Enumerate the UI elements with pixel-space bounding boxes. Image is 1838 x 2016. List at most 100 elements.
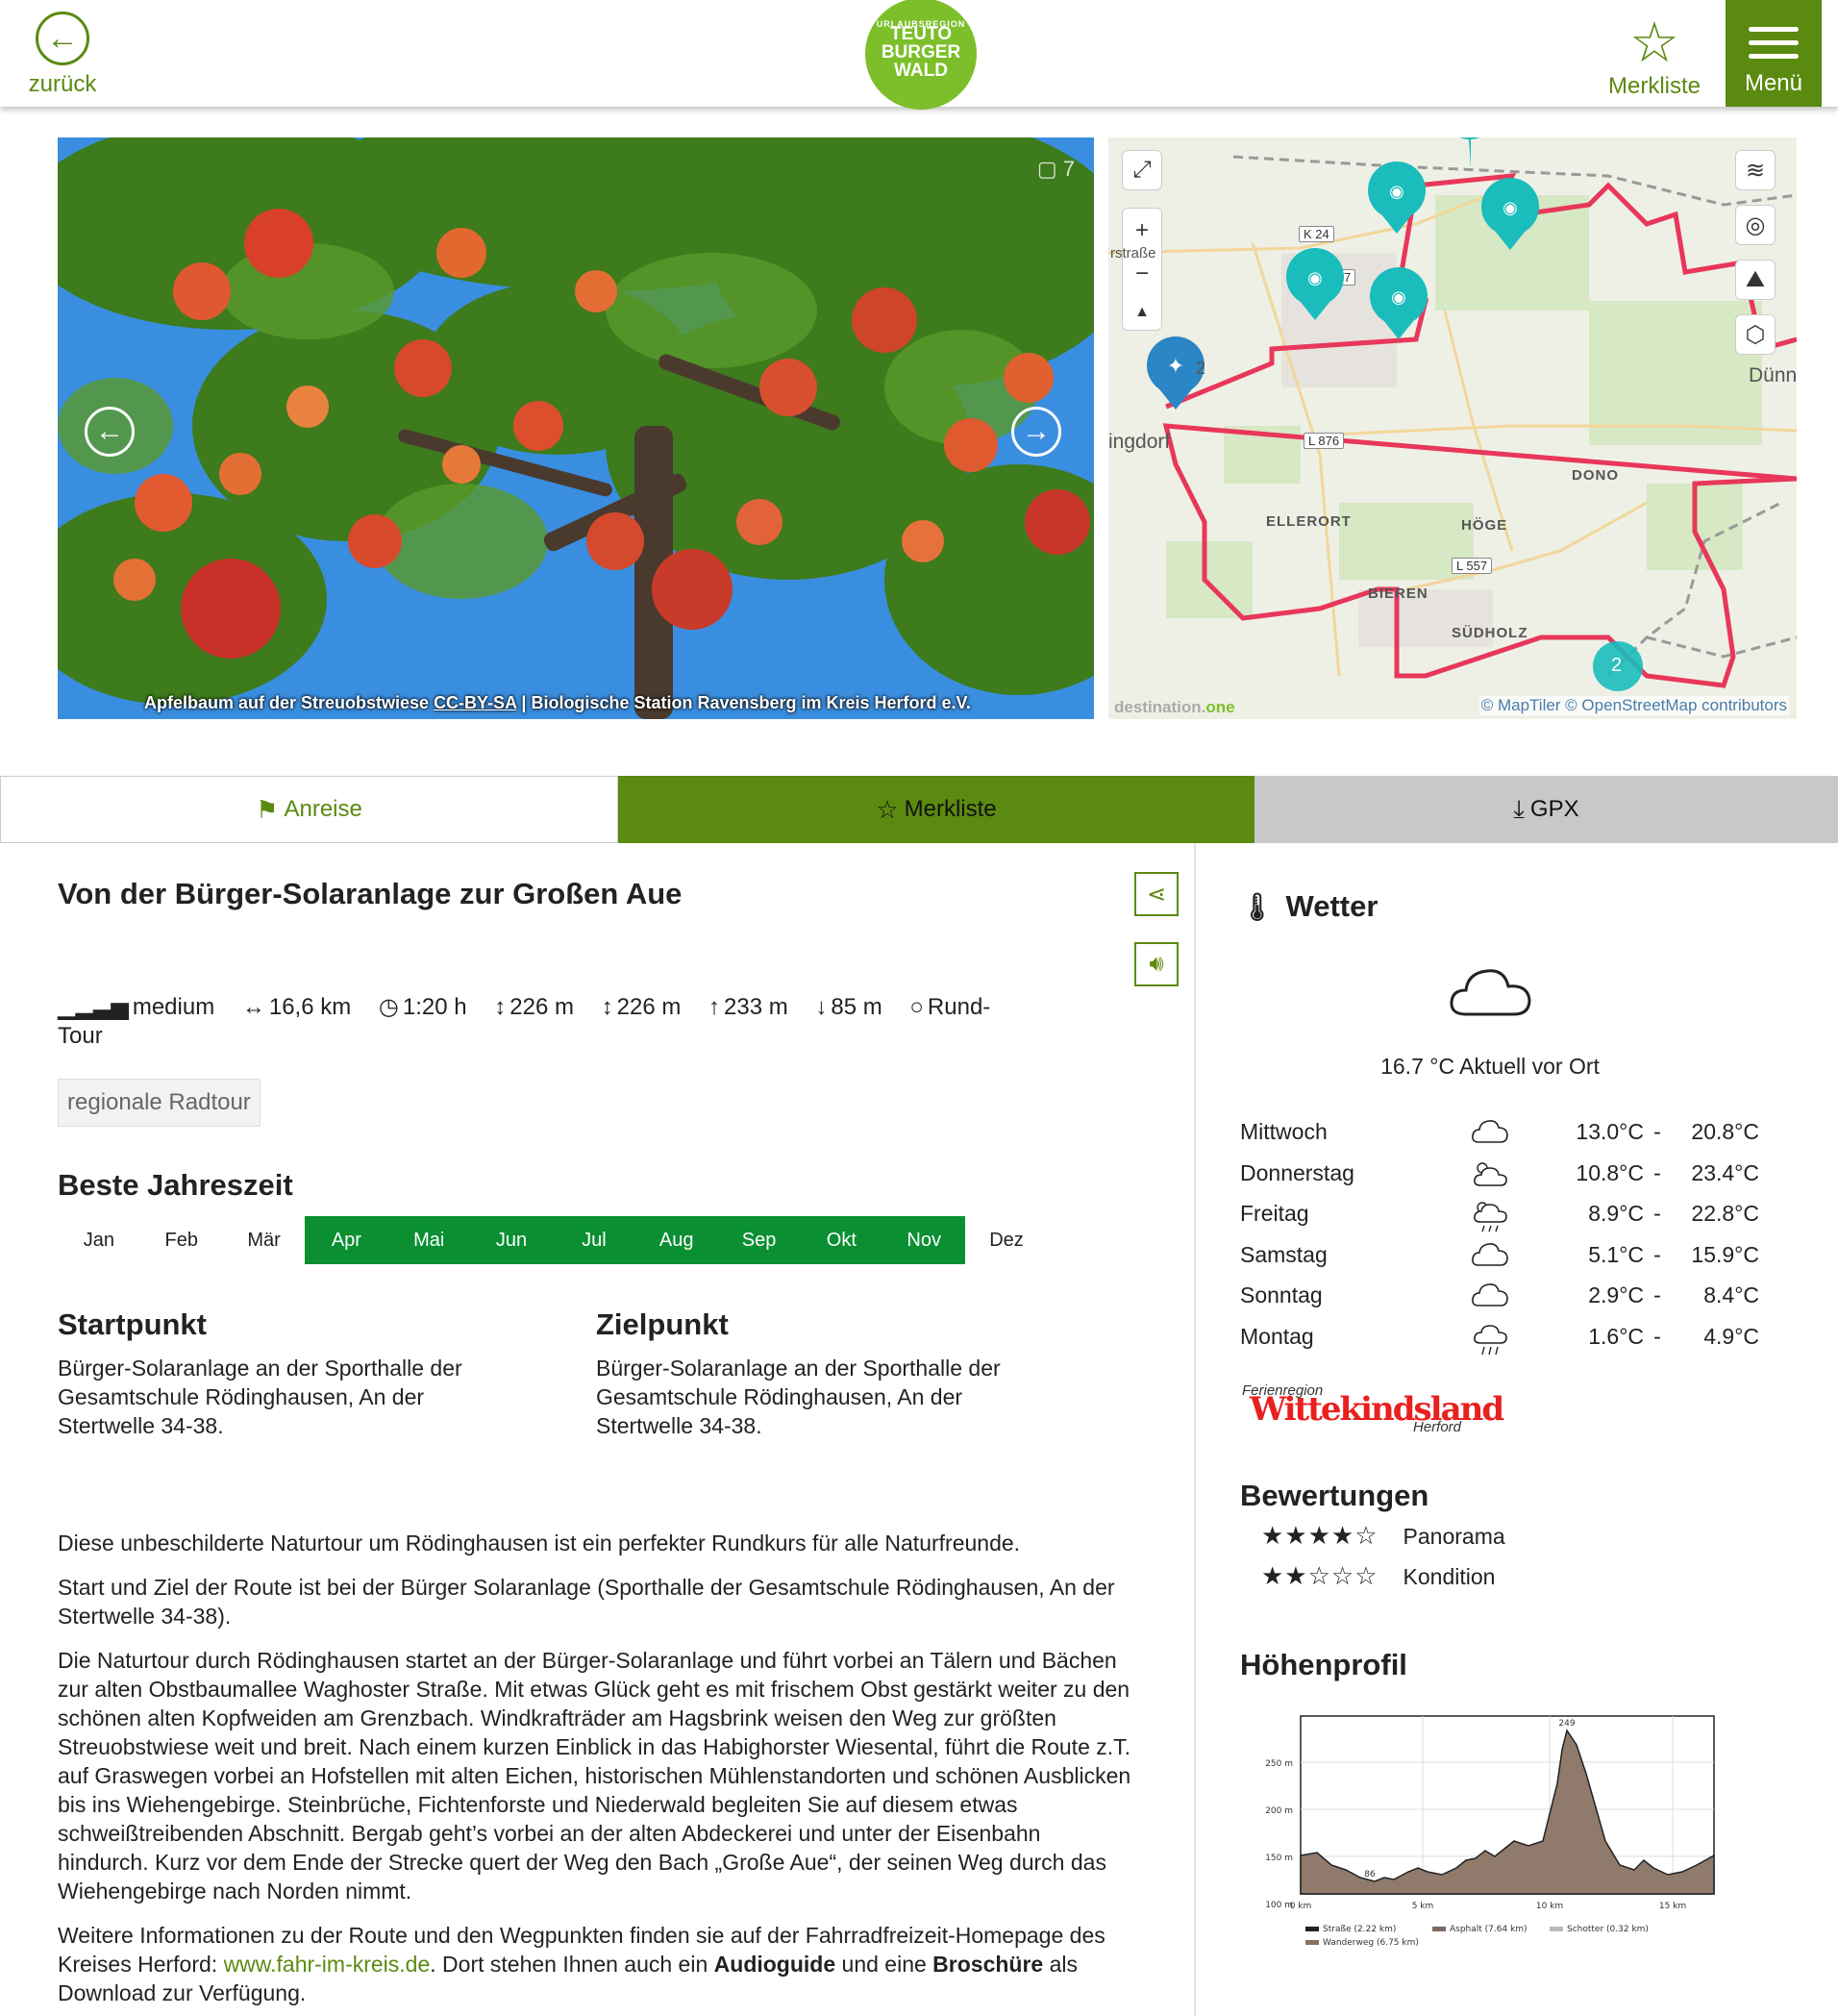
month-7: Jul: [552, 1216, 635, 1264]
star-rating: ★★★★☆: [1261, 1521, 1378, 1550]
svg-text:200 m: 200 m: [1265, 1806, 1293, 1816]
anreise-button[interactable]: ⚑ Anreise: [0, 776, 618, 843]
arrow-left-icon: ←: [36, 12, 89, 65]
cloud-icon: [1450, 969, 1531, 1016]
svg-text:250 m: 250 m: [1265, 1759, 1293, 1769]
license-link[interactable]: CC-BY-SA: [434, 693, 516, 712]
season-months: Jan Feb Mär Apr Mai Jun Jul Aug Sep Okt Nov Dez: [58, 1216, 1048, 1264]
thermometer-icon: 🌡︎: [1240, 892, 1275, 922]
signpost-icon: ⚑: [256, 794, 279, 824]
download-icon: ⤓: [1513, 794, 1525, 823]
duration: ◷ 1:20 h: [378, 994, 467, 1020]
forecast-low: 13.0°C: [1576, 1119, 1644, 1144]
forecast-row: Freitag 8.9°C -22.8°C: [1240, 1195, 1759, 1233]
description-paragraph: Weitere Informationen zu der Route und d…: [58, 1923, 1105, 2005]
fahr-im-kreis-link[interactable]: www.fahr-im-kreis.de: [224, 1952, 431, 1977]
current-temperature: 16.7 °C Aktuell vor Ort: [1380, 1054, 1600, 1079]
forecast-low: 1.6°C: [1588, 1323, 1644, 1349]
share-button[interactable]: ⋖: [1134, 872, 1179, 916]
arrow-left-icon: ←: [95, 415, 124, 447]
svg-text:Asphalt (7.64 km): Asphalt (7.64 km): [1450, 1925, 1528, 1934]
gallery-prev-button[interactable]: ←: [85, 407, 135, 457]
description-paragraph: Start und Ziel der Route ist bei der Bür…: [58, 1575, 1115, 1629]
forecast-day: Donnerstag: [1240, 1159, 1354, 1185]
forecast-row: Montag 1.6°C -4.9°C: [1240, 1318, 1759, 1356]
hamburger-icon: [1749, 27, 1799, 59]
image-count: ▢ 7: [1036, 157, 1075, 181]
action-bar: ⚑ Anreise ☆ Merkliste ⤓ GPX: [0, 776, 1838, 843]
ziel-address: Bürger-Solaranlage an der Sporthalle der…: [596, 1356, 1001, 1438]
wittekindsland-logo[interactable]: Ferienregion Wittekindsland Herford: [1242, 1382, 1504, 1438]
arrow-right-icon: →: [1022, 415, 1051, 447]
svg-text:◉: ◉: [1389, 182, 1404, 202]
ascent: ↕ 226 m: [494, 994, 574, 1020]
forecast-row: Donnerstag 10.8°C -23.4°C: [1240, 1155, 1759, 1193]
cloud-icon: [1472, 1242, 1508, 1266]
merkliste-label: Merkliste: [1607, 73, 1701, 99]
min-altitude: ↓ 85 m: [815, 994, 882, 1020]
elevation-heading: Höhenprofil: [1240, 1648, 1407, 1681]
month-10: Okt: [800, 1216, 883, 1264]
map-attribution[interactable]: © MapTiler © OpenStreetMap contributors: [1478, 696, 1789, 715]
ratings-heading: Bewertungen: [1240, 1479, 1429, 1512]
logo-text: TEUTO BURGER WALD: [881, 24, 961, 81]
star-icon: ☆: [876, 794, 899, 824]
start-heading: Startpunkt: [58, 1307, 207, 1341]
svg-text:◉: ◉: [1307, 268, 1323, 288]
month-1: Jan: [83, 1229, 115, 1251]
image-gallery[interactable]: ▢ 7 ← → Apfelbaum auf der Streuobstwiese…: [58, 137, 1094, 719]
forecast-row: Sonntag 2.9°C -8.4°C: [1240, 1277, 1759, 1315]
tour-title: Von der Bürger-Solaranlage zur Großen Au…: [58, 877, 683, 910]
audio-button[interactable]: 🔊︎: [1134, 942, 1179, 986]
tour-facts: ▁▂▃▅ medium ↔ 16,6 km ◷ 1:20 h ↕ 226 m ↕ 226 …: [58, 993, 1019, 1051]
menu-button[interactable]: Menü: [1726, 0, 1822, 107]
merkliste-header-button[interactable]: ☆ Merkliste: [1602, 13, 1707, 100]
gpx-download-button[interactable]: ⤓ GPX: [1254, 776, 1838, 843]
month-4: Apr: [305, 1216, 388, 1264]
month-2: Feb: [164, 1229, 198, 1251]
forecast-high: 8.4°C: [1703, 1282, 1759, 1307]
month-9: Sep: [717, 1216, 801, 1264]
svg-text:0 km: 0 km: [1290, 1902, 1312, 1911]
forecast-high: 20.8°C: [1691, 1119, 1759, 1144]
forecast-day: Freitag: [1240, 1201, 1309, 1226]
merkliste-button[interactable]: ☆ Merkliste: [618, 776, 1254, 843]
svg-text:249: 249: [1558, 1719, 1575, 1729]
svg-text:86: 86: [1364, 1870, 1376, 1879]
photo-markers[interactable]: ◉ ◉ ◉ ◉ ✦: [1108, 137, 1797, 719]
forecast-day: Mittwoch: [1240, 1119, 1328, 1144]
description-paragraph: Diese unbeschilderte Naturtour um Röding…: [58, 1531, 1021, 1556]
star-rating: ★★☆☆☆: [1261, 1561, 1378, 1590]
cloud-icon: [1472, 1120, 1508, 1143]
arrow-up-down-icon: ↕: [601, 994, 613, 1020]
forecast-day: Samstag: [1240, 1241, 1328, 1267]
column-divider: [1194, 843, 1196, 2016]
category-tag[interactable]: regionale Radtour: [58, 1079, 261, 1127]
gallery-next-button[interactable]: →: [1011, 407, 1061, 457]
merkliste-label: Merkliste: [904, 796, 997, 822]
back-button[interactable]: ← zurück: [25, 12, 100, 100]
elevation-profile-chart: 250 m 200 m 150 m 100 m 0 km 5 km 10 km …: [1265, 1715, 1715, 1948]
description-paragraph: Die Naturtour durch Rödinghausen startet…: [58, 1648, 1131, 1904]
svg-text:150 m: 150 m: [1265, 1854, 1293, 1863]
rain-cloud-icon: [1474, 1324, 1507, 1355]
month-6: Jun: [470, 1216, 553, 1264]
apple-tree-illustration: [58, 137, 1094, 719]
destination-one-logo: destination.one: [1114, 698, 1235, 716]
speaker-icon: 🔊︎: [1149, 951, 1164, 977]
teutoburger-wald-logo[interactable]: URLAUBSREGION TEUTO BURGER WALD: [865, 0, 977, 110]
month-11: Nov: [882, 1216, 966, 1264]
rating-label: Panorama: [1403, 1524, 1505, 1549]
forecast-day: Montag: [1240, 1323, 1314, 1349]
cluster-count[interactable]: 2: [1611, 655, 1622, 677]
svg-text:Straße (2.22 km): Straße (2.22 km): [1323, 1925, 1396, 1934]
svg-text:Schotter (0.32 km): Schotter (0.32 km): [1567, 1925, 1649, 1934]
circle-icon: ○: [909, 994, 924, 1020]
svg-text:◉: ◉: [1503, 198, 1518, 218]
arrow-down-icon: ↓: [815, 994, 828, 1020]
forecast-high: 4.9°C: [1703, 1323, 1759, 1349]
month-12: Dez: [989, 1229, 1024, 1251]
rating-label: Kondition: [1403, 1564, 1496, 1589]
route-map[interactable]: ⤢ + − ▲ ≋ ◎ ⛰ ⬡ K 24 7 L 876 L 557 rstra…: [1108, 137, 1797, 719]
back-label: zurück: [28, 71, 97, 97]
